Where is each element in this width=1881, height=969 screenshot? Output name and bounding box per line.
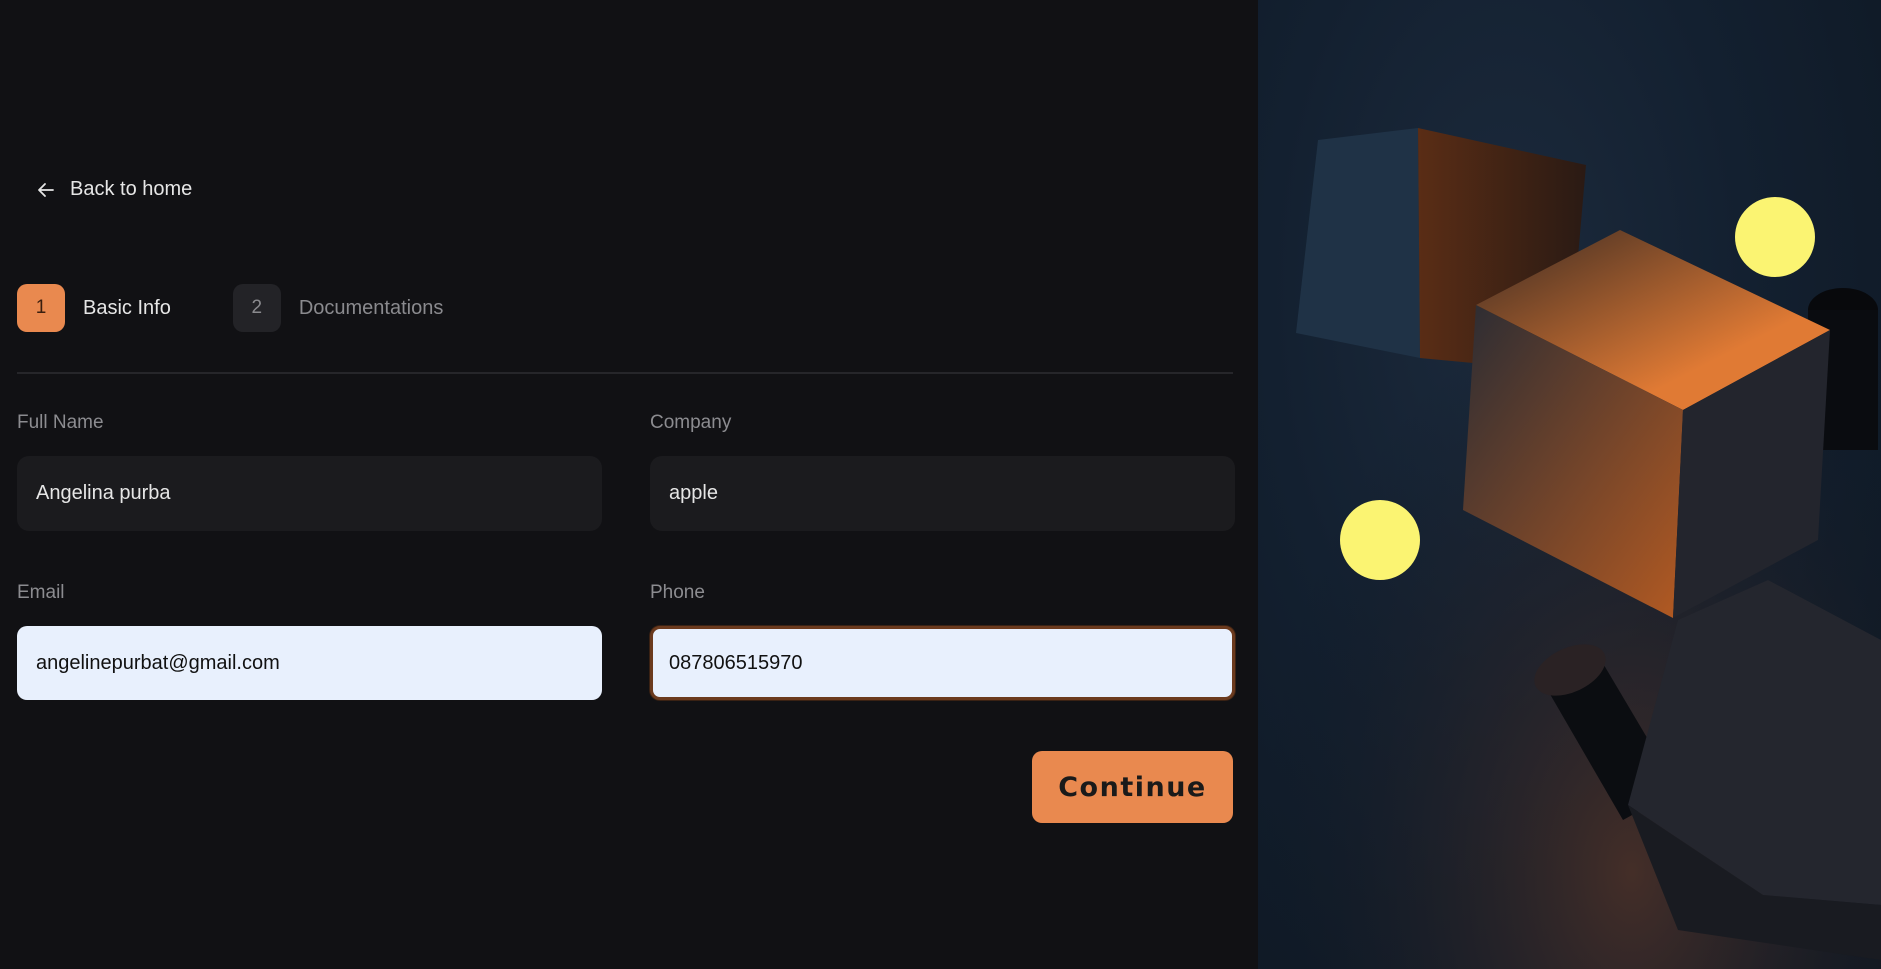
phone-field: Phone bbox=[650, 582, 1235, 700]
step-label: Documentations bbox=[298, 296, 444, 319]
email-field: Email bbox=[17, 582, 602, 700]
step-documentations[interactable]: 2 Documentations bbox=[232, 284, 444, 332]
back-to-home-label: Back to home bbox=[70, 178, 193, 200]
phone-input[interactable] bbox=[650, 626, 1235, 700]
signup-page: Back to home 1 Basic Info 2 Documentatio… bbox=[0, 0, 1881, 969]
stepper-divider bbox=[17, 372, 1233, 374]
step-basic-info[interactable]: 1 Basic Info bbox=[17, 284, 171, 332]
decorative-illustration bbox=[1258, 0, 1881, 969]
phone-label: Phone bbox=[650, 582, 705, 603]
arrow-left-icon bbox=[38, 182, 54, 197]
stepper: 1 Basic Info 2 Documentations bbox=[17, 284, 505, 332]
step-number-badge: 1 bbox=[17, 284, 65, 332]
glowing-sphere bbox=[1340, 500, 1420, 580]
back-to-home-link[interactable]: Back to home bbox=[36, 178, 192, 201]
company-field: Company bbox=[650, 412, 1235, 531]
company-input[interactable] bbox=[650, 456, 1235, 531]
form-panel: Back to home 1 Basic Info 2 Documentatio… bbox=[0, 0, 1258, 969]
company-label: Company bbox=[650, 412, 732, 433]
full-name-field: Full Name bbox=[17, 412, 602, 531]
full-name-input[interactable] bbox=[17, 456, 602, 531]
step-number-badge: 2 bbox=[232, 284, 281, 332]
email-label: Email bbox=[17, 582, 65, 603]
continue-button[interactable]: Continue bbox=[1032, 751, 1233, 823]
full-name-label: Full Name bbox=[17, 412, 104, 433]
glowing-sphere bbox=[1735, 197, 1815, 277]
email-input[interactable] bbox=[17, 626, 602, 700]
floating-cubes-illustration bbox=[1258, 0, 1881, 969]
step-label: Basic Info bbox=[83, 296, 171, 319]
